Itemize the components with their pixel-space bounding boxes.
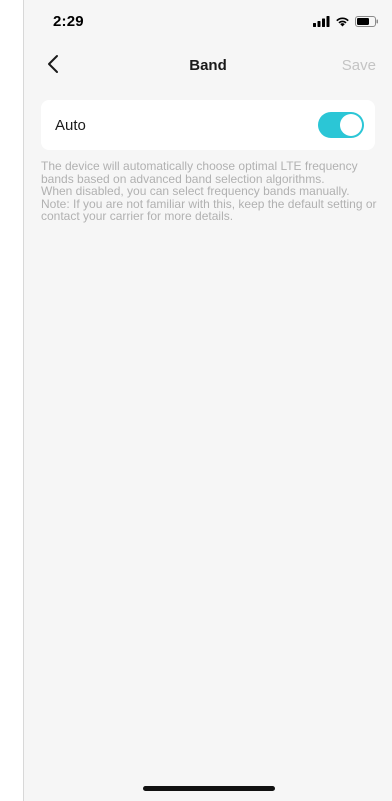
auto-toggle[interactable] — [318, 112, 364, 138]
toggle-knob — [340, 114, 362, 136]
phone-screen: 2:29 Band Save Auto The device will auto… — [23, 0, 392, 801]
home-indicator — [143, 786, 275, 791]
band-description: The device will automatically choose opt… — [41, 160, 377, 223]
status-icons — [313, 14, 379, 32]
save-button[interactable]: Save — [342, 57, 376, 74]
description-note-text: Note: If you are not familiar with this,… — [41, 196, 377, 223]
nav-bar: Band Save — [24, 46, 392, 86]
status-bar: 2:29 — [24, 0, 392, 40]
battery-icon — [355, 14, 379, 32]
page-title: Band — [189, 57, 227, 74]
auto-setting-card: Auto — [41, 100, 375, 150]
description-auto-text: The device will automatically choose opt… — [41, 159, 358, 186]
description-manual-text: When disabled, you can select frequency … — [41, 184, 350, 198]
cellular-signal-icon — [313, 14, 330, 32]
status-time: 2:29 — [53, 13, 84, 30]
auto-setting-label: Auto — [55, 117, 86, 134]
wifi-icon — [335, 14, 350, 32]
